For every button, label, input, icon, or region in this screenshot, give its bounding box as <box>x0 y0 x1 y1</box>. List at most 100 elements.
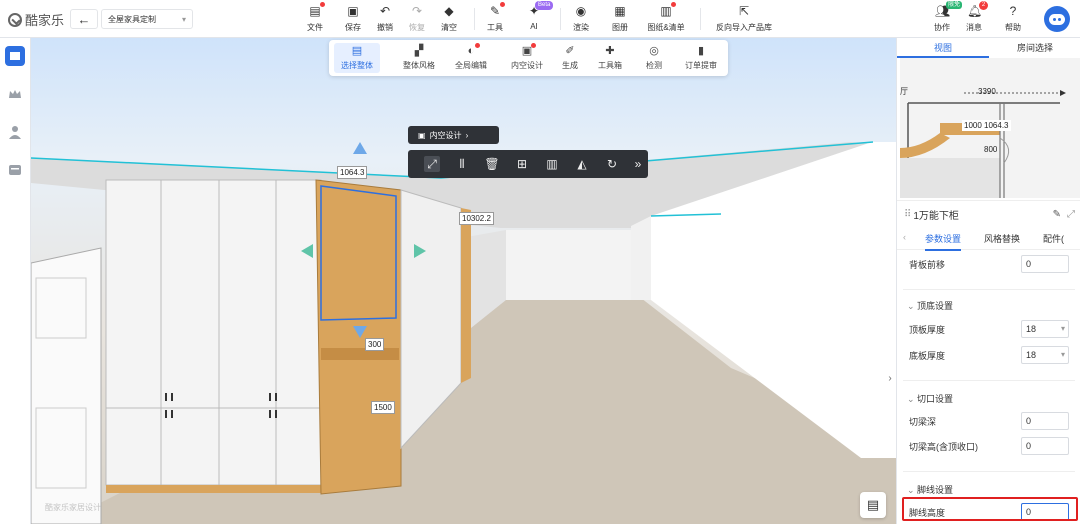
trash-icon[interactable]: 🗑︎ <box>484 156 500 172</box>
app-logo[interactable]: 酷家乐 <box>8 10 64 29</box>
section-cut[interactable]: 切口设置 <box>907 392 953 405</box>
logo-text: 酷家乐 <box>25 13 65 28</box>
edit-icon[interactable]: ✎ <box>1053 209 1061 220</box>
minimap-room-label: 厅 <box>900 87 908 96</box>
generate-icon: ✐ <box>565 45 575 57</box>
dim-lower[interactable]: 1500 <box>371 401 395 414</box>
rail-crown[interactable] <box>5 84 25 104</box>
file-icon: ▤ <box>308 2 325 18</box>
chevron-down-icon: ▾ <box>181 14 186 24</box>
panel-collapse-handle[interactable]: › <box>884 366 896 392</box>
section-skirt[interactable]: 脚线设置 <box>907 483 953 496</box>
toolbox-button[interactable]: ✚ 工具箱 <box>595 43 625 73</box>
project-name: 全屋家具定制 <box>108 14 156 24</box>
rotate-360-icon[interactable]: ↻ <box>604 156 620 172</box>
rail-cabinet[interactable] <box>5 160 25 180</box>
drawing-list-button[interactable]: ▥ 图纸&清单 <box>644 2 688 33</box>
more-icon[interactable]: » <box>630 156 646 172</box>
back-button[interactable]: ← <box>70 9 98 29</box>
app-root: 酷家乐 ← 全屋家具定制 ▾ ▤ 文件 ▣ 保存 ↶ 撤销 ↷ 恢复 ◆ 清空 ✎ 工具 ✦… <box>0 0 1080 524</box>
help-button[interactable]: ? 帮助 <box>994 4 1032 33</box>
rail-user[interactable] <box>5 122 25 142</box>
cut-height-input[interactable]: 0 <box>1021 437 1069 455</box>
back-offset-input[interactable]: 0 <box>1021 255 1069 273</box>
cut-depth-input[interactable]: 0 <box>1021 412 1069 430</box>
logo-check-icon <box>8 12 22 27</box>
tools-button[interactable]: ✎ 工具 <box>476 2 514 33</box>
save-icon: ▣ <box>347 4 359 18</box>
row-bottom-thickness: 底板厚度 18 <box>909 345 1069 365</box>
toolbar-divider <box>560 8 561 30</box>
overall-style-button[interactable]: ▞ 整体风格 <box>399 43 439 73</box>
user-icon <box>9 126 21 139</box>
expand-icon[interactable]: ⤢ <box>1067 209 1075 220</box>
drawing-icon: ▥ <box>659 2 676 18</box>
row-cut-depth: 切梁深 0 <box>909 411 1069 431</box>
toolbar-divider <box>700 8 701 30</box>
order-review-button[interactable]: ▮ 订单提审 <box>681 43 721 73</box>
minimap-dim-1: 3390 <box>978 87 996 96</box>
paint-icon[interactable]: ◭ <box>574 156 590 172</box>
section-top-bottom[interactable]: 顶底设置 <box>907 299 953 312</box>
scale-icon[interactable]: ⤢ <box>424 156 440 172</box>
select-whole-button[interactable]: ▤ 选择整体 <box>334 43 380 73</box>
3d-viewport[interactable]: 1064.3 10302.2 300 1500 酷家乐家居设计 <box>31 38 896 524</box>
tab-params[interactable]: 参数设置 <box>925 232 962 251</box>
top-toolbar: 酷家乐 ← 全屋家具定制 ▾ ▤ 文件 ▣ 保存 ↶ 撤销 ↷ 恢复 ◆ 清空 ✎ 工具 ✦… <box>0 0 1080 38</box>
check-icon: ◎ <box>649 45 659 57</box>
clear-button[interactable]: ◆ 清空 <box>430 4 468 33</box>
file-button[interactable]: ▤ 文件 <box>296 2 334 33</box>
scene-canvas <box>31 141 896 524</box>
cube-icon <box>10 52 20 60</box>
chevron-right-icon: › <box>888 373 892 384</box>
tabs-prev-icon[interactable]: ‹ <box>903 232 906 242</box>
clipboard-fab[interactable]: ▤ <box>860 492 886 518</box>
selected-cabinet[interactable] <box>315 179 402 495</box>
tab-accessories[interactable]: 配件( <box>1043 232 1064 245</box>
import-icon: ⇱ <box>738 4 750 18</box>
top-thickness-select[interactable]: 18 <box>1021 320 1069 338</box>
clipboard-icon: ▤ <box>866 497 880 512</box>
minimap[interactable]: 3390 1000 1064.3 800 厅 <box>900 58 1080 198</box>
columns-icon[interactable]: ▥ <box>544 156 560 172</box>
split-icon[interactable]: ⦀ <box>454 156 470 172</box>
undo-icon: ↶ <box>379 4 391 18</box>
toolbar-divider <box>474 8 475 30</box>
robot-icon <box>1049 13 1065 25</box>
dim-width-top[interactable]: 1064.3 <box>337 166 368 179</box>
check-button[interactable]: ◎ 检测 <box>639 43 669 73</box>
skirt-board <box>106 485 321 493</box>
render-button[interactable]: ◉ 渲染 <box>562 4 600 33</box>
interior-design-button[interactable]: ▣ 内空设计 <box>507 43 547 73</box>
interior-design-context-button[interactable]: ▣ 内空设计 › <box>408 126 499 144</box>
frame-icon: ▣ <box>418 130 426 140</box>
corridor-back-wall <box>506 230 631 300</box>
project-select[interactable]: 全屋家具定制 ▾ <box>101 9 193 29</box>
puzzle-icon: ✚ <box>605 45 615 57</box>
crown-icon <box>9 90 21 98</box>
clipboard-icon: ▮ <box>697 45 705 57</box>
dim-gap[interactable]: 300 <box>365 338 385 351</box>
generate-button[interactable]: ✐ 生成 <box>555 43 585 73</box>
cabinet-wall-left <box>105 179 322 486</box>
dim-depth[interactable]: 10302.2 <box>459 212 494 225</box>
copy-add-icon[interactable]: ⊞ <box>514 156 530 172</box>
arrow-left-icon: ← <box>77 11 91 27</box>
sub-toolbar: ▤ 选择整体 ▞ 整体风格 ◐ 全局编辑 ▣ 内空设计 ✐ 生成 ✚ 工具箱 ◎ 检测 ▮ 订单… <box>329 40 728 76</box>
rail-models[interactable] <box>5 46 25 66</box>
bottom-thickness-select[interactable]: 18 <box>1021 346 1069 364</box>
tab-view[interactable]: 视图 <box>897 38 989 58</box>
messages-button[interactable]: 🔔︎ 消息 <box>955 4 993 33</box>
right-panel: 视图 房间选择 3390 1000 1064.3 800 厅 ⠿ 1万能下柜 ✎… <box>896 38 1080 524</box>
album-icon: ▦ <box>614 4 626 18</box>
album-button[interactable]: ▦ 图册 <box>601 4 639 33</box>
select-icon: ▤ <box>351 45 363 57</box>
global-edit-button[interactable]: ◐ 全局编辑 <box>451 43 491 73</box>
entrance-door <box>31 247 102 524</box>
move-up-arrow[interactable] <box>353 142 367 154</box>
reverse-import-button[interactable]: ⇱ 反向导入产品库 <box>716 4 772 33</box>
tab-style-replace[interactable]: 风格替换 <box>984 232 1020 245</box>
user-avatar[interactable] <box>1044 6 1070 32</box>
tab-room-select[interactable]: 房间选择 <box>989 38 1080 58</box>
wall-panel <box>631 216 651 300</box>
